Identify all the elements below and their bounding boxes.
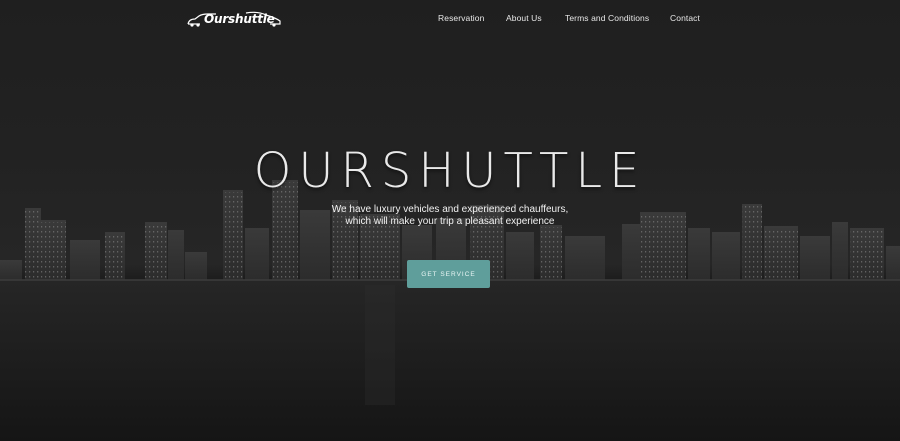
nav-contact-link[interactable]: Contact [670,13,700,23]
get-service-button[interactable]: GET SERVICE [407,260,490,288]
nav-terms-link[interactable]: Terms and Conditions [565,13,649,23]
hero-section: Ourshuttle Reservation About Us Terms an… [0,0,900,441]
top-navbar: Ourshuttle Reservation About Us Terms an… [0,0,900,38]
nav-about-link[interactable]: About Us [506,13,542,23]
nav-menu: Reservation About Us Terms and Condition… [0,13,900,27]
hero-title: OURSHUTTLE [253,143,647,199]
hero-subtitle: We have luxury vehicles and experienced … [331,204,569,227]
nav-reservation-link[interactable]: Reservation [438,13,484,23]
